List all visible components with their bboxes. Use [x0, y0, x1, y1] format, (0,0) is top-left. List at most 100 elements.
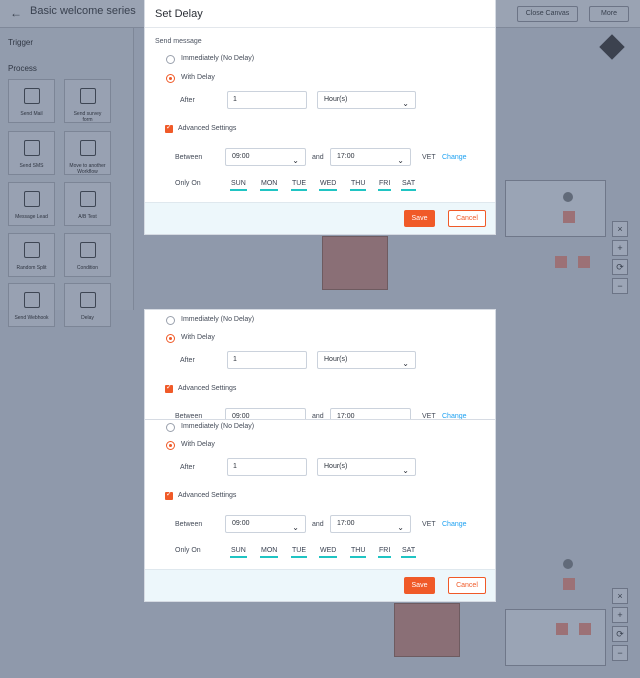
ab-test-icon [80, 191, 96, 207]
start-time-select[interactable]: 09:00⌄ [225, 408, 306, 420]
after-label: After [180, 464, 195, 471]
tile-move-workflow[interactable]: Move to another Workflow [64, 131, 111, 175]
mini-node [579, 623, 591, 635]
split-icon [24, 242, 40, 258]
change-timezone-link[interactable]: Change [442, 521, 467, 528]
change-timezone-link[interactable]: Change [442, 154, 467, 161]
day-sun[interactable]: SUN [230, 180, 247, 191]
tile-message-lead[interactable]: Message Lead [8, 182, 55, 226]
process-section[interactable]: Process [8, 64, 37, 73]
mini-dot [563, 192, 573, 202]
unit-select[interactable]: Hour(s) ⌄ [317, 351, 416, 369]
close-preview-button[interactable]: × [612, 588, 628, 604]
radio-with-delay[interactable] [166, 441, 175, 450]
between-label: Between [175, 521, 203, 528]
tile-send-sms[interactable]: Send SMS [8, 131, 55, 175]
radio-with-delay[interactable] [166, 334, 175, 343]
webhook-icon [24, 292, 40, 308]
send-message-label: Send message [155, 38, 202, 45]
workflow-title: Basic welcome series [30, 5, 136, 17]
workflow-node-top[interactable] [322, 236, 388, 290]
mini-node [563, 578, 575, 590]
and-label: and [312, 521, 324, 528]
more-button[interactable]: More [589, 6, 629, 22]
zoom-out-icon[interactable]: − [612, 278, 628, 294]
after-label: After [180, 97, 195, 104]
timezone-label: VET [422, 154, 436, 161]
between-label: Between [175, 413, 203, 420]
phone-icon [24, 140, 40, 156]
chevron-down-icon: ⌄ [292, 523, 299, 532]
mini-node [556, 623, 568, 635]
radio-immediately-label: Immediately (No Delay) [181, 316, 255, 323]
only-on-label: Only On [175, 547, 201, 554]
unit-select[interactable]: Hour(s) ⌄ [317, 91, 416, 109]
back-arrow-icon[interactable]: ← [10, 6, 22, 20]
day-sat[interactable]: SAT [401, 180, 417, 191]
advanced-settings-label: Advanced Settings [178, 125, 237, 132]
reset-icon[interactable]: ⟳ [612, 259, 628, 275]
radio-immediately[interactable] [166, 55, 175, 64]
radio-immediately[interactable] [166, 423, 175, 432]
tile-delay[interactable]: Delay [64, 283, 111, 327]
change-timezone-link[interactable]: Change [442, 413, 467, 420]
day-sat[interactable]: SAT [401, 547, 417, 558]
start-time-select[interactable]: 09:00⌄ [225, 148, 306, 166]
tile-condition[interactable]: Condition [64, 233, 111, 277]
day-wed[interactable]: WED [319, 180, 338, 191]
radio-immediately[interactable] [166, 316, 175, 325]
day-tue[interactable]: TUE [291, 547, 307, 558]
radio-with-delay[interactable] [166, 74, 175, 83]
day-mon[interactable]: MON [260, 547, 279, 558]
chevron-down-icon: ⌄ [292, 413, 299, 420]
day-thu[interactable]: THU [350, 547, 367, 558]
zoom-in-icon[interactable]: + [612, 607, 628, 623]
advanced-settings-label: Advanced Settings [178, 492, 237, 499]
workflow-node-bottom[interactable] [394, 603, 460, 657]
workflow-icon [80, 140, 96, 156]
tile-ab-test[interactable]: A/B Test [64, 182, 111, 226]
start-time-select[interactable]: 09:00⌄ [225, 515, 306, 533]
tile-send-webhook[interactable]: Send Webhook [8, 283, 55, 327]
day-mon[interactable]: MON [260, 180, 279, 191]
day-wed[interactable]: WED [319, 547, 338, 558]
advanced-settings-checkbox[interactable] [165, 383, 173, 393]
close-canvas-button[interactable]: Close Canvas [517, 6, 578, 22]
chevron-down-icon: ⌄ [292, 156, 299, 165]
tile-send-survey-form[interactable]: Send survey form [64, 79, 111, 123]
set-delay-modal-clipped: Immediately (No Delay) With Delay After … [145, 310, 495, 420]
end-time-select[interactable]: 17:00⌄ [330, 408, 411, 420]
close-preview-button[interactable]: × [612, 221, 628, 237]
trigger-section[interactable]: Trigger [8, 38, 33, 47]
cancel-button[interactable]: Cancel [448, 210, 486, 227]
after-input[interactable]: 1 [227, 351, 307, 369]
day-thu[interactable]: THU [350, 180, 367, 191]
tile-random-split[interactable]: Random Split [8, 233, 55, 277]
after-input[interactable]: 1 [227, 458, 307, 476]
set-delay-modal-lower: Immediately (No Delay) With Delay After … [145, 420, 495, 601]
zoom-out-icon[interactable]: − [612, 645, 628, 661]
canvas-preview-bottom [505, 609, 606, 666]
form-icon [80, 88, 96, 104]
save-button[interactable]: Save [404, 577, 435, 594]
unit-select[interactable]: Hour(s) ⌄ [317, 458, 416, 476]
zoom-in-icon[interactable]: + [612, 240, 628, 256]
condition-icon [80, 242, 96, 258]
end-time-select[interactable]: 17:00⌄ [330, 148, 411, 166]
reset-icon[interactable]: ⟳ [612, 626, 628, 642]
chevron-down-icon: ⌄ [402, 466, 409, 475]
day-tue[interactable]: TUE [291, 180, 307, 191]
day-sun[interactable]: SUN [230, 547, 247, 558]
cancel-button[interactable]: Cancel [448, 577, 486, 594]
advanced-settings-checkbox[interactable] [165, 123, 173, 133]
chevron-down-icon: ⌄ [402, 359, 409, 368]
advanced-settings-checkbox[interactable] [165, 490, 173, 500]
mini-node [578, 256, 590, 268]
save-button[interactable]: Save [404, 210, 435, 227]
tile-send-mail[interactable]: Send Mail [8, 79, 55, 123]
end-time-select[interactable]: 17:00⌄ [330, 515, 411, 533]
after-input[interactable]: 1 [227, 91, 307, 109]
day-fri[interactable]: FRI [378, 180, 392, 191]
canvas-preview-top [505, 180, 606, 237]
day-fri[interactable]: FRI [378, 547, 392, 558]
